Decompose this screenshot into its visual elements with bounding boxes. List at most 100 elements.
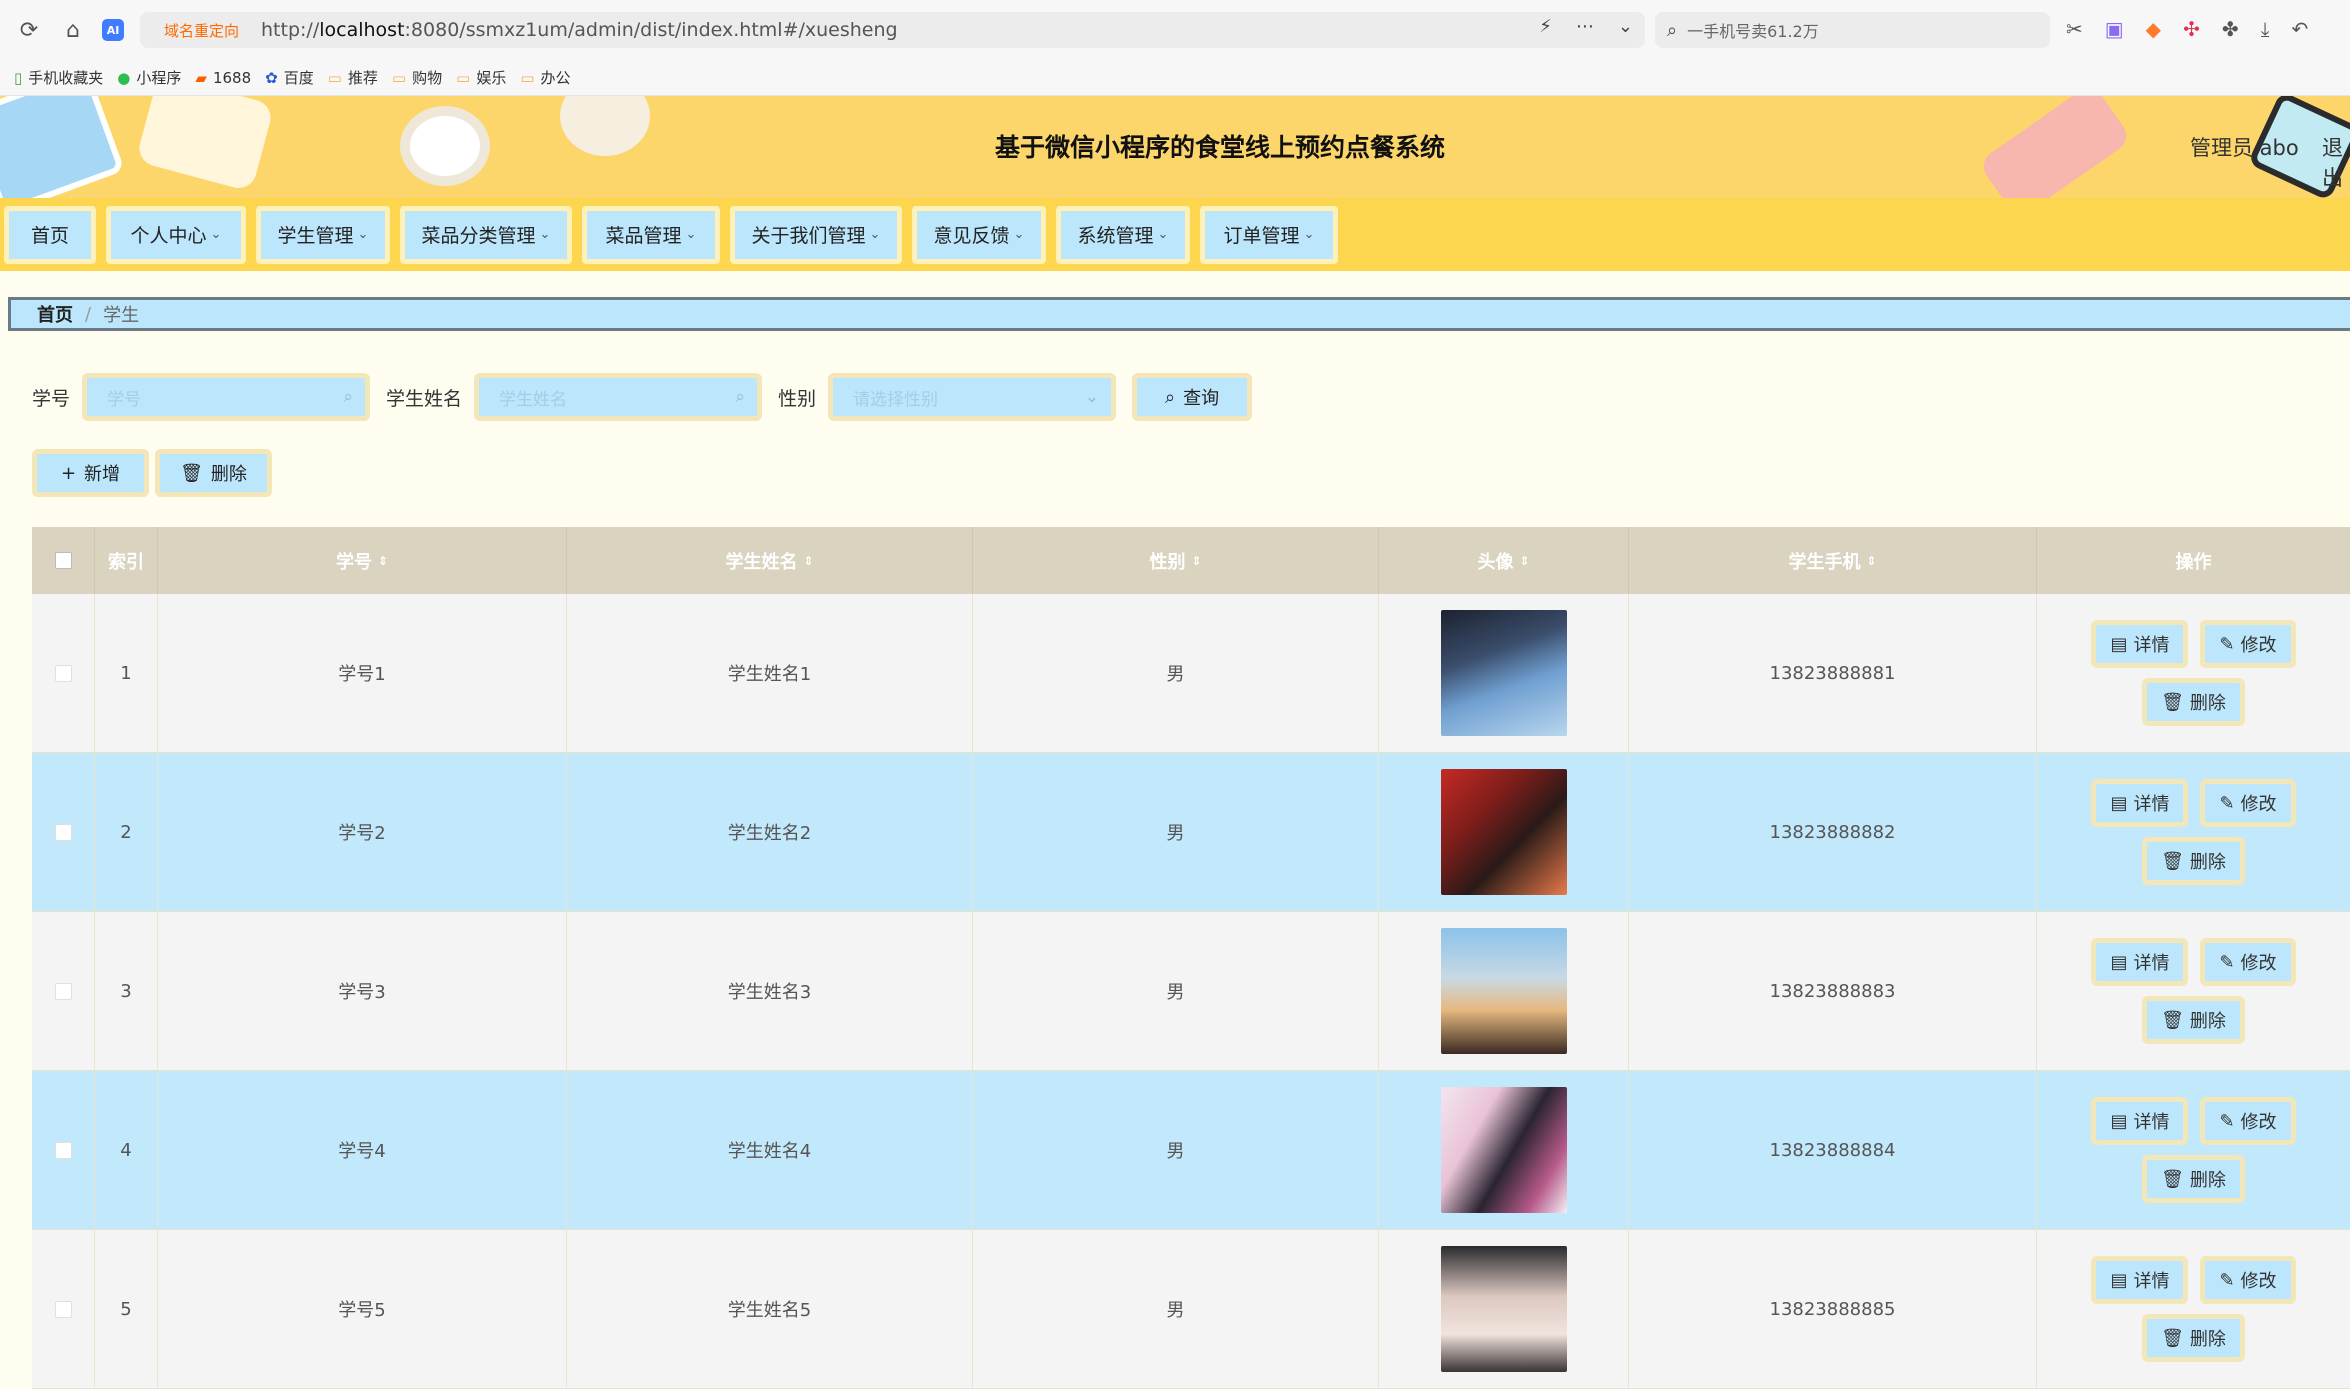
bookmark-miniprogram[interactable]: ● 小程序 (117, 67, 181, 88)
reload-icon[interactable]: ⟳ (14, 15, 44, 45)
browser-search-box[interactable]: ⌕ 一手机号卖61.2万 (1655, 12, 2050, 48)
translate-icon[interactable]: ▣ (2105, 17, 2124, 41)
download-icon[interactable]: ⤓ (2261, 17, 2270, 41)
avatar (1440, 769, 1567, 895)
breadcrumb-home[interactable]: 首页 (37, 301, 73, 327)
header-avatar[interactable]: 头像 ⇕ (1379, 527, 1629, 594)
bookmark-1688[interactable]: ▰ 1688 (195, 69, 251, 87)
detail-button[interactable]: ▤ 详情 (2091, 779, 2189, 827)
bookmark-entertainment[interactable]: ▭ 娱乐 (456, 67, 506, 88)
mobile-icon: ▯ (14, 68, 23, 87)
ai-assistant-icon[interactable]: AI (102, 19, 124, 41)
avatar (1440, 610, 1567, 736)
home-icon[interactable]: ⌂ (58, 15, 88, 45)
puzzle-icon[interactable]: ✤ (2222, 17, 2239, 41)
bookmark-recommend[interactable]: ▭ 推荐 (328, 67, 378, 88)
select-all-checkbox[interactable] (54, 552, 72, 569)
header-gender[interactable]: 性别 ⇕ (973, 527, 1379, 594)
avatar (1440, 928, 1567, 1054)
undo-icon[interactable]: ↶ (2291, 17, 2308, 41)
folder-icon: ▭ (391, 68, 407, 87)
edit-button[interactable]: ✎ 修改 (2200, 1097, 2296, 1145)
edit-button[interactable]: ✎ 修改 (2200, 779, 2296, 827)
edit-button[interactable]: ✎ 修改 (2200, 938, 2296, 986)
row-checkbox[interactable] (54, 664, 72, 682)
nav-student-management[interactable]: 学生管理 ⌄ (256, 205, 390, 264)
row-checkbox[interactable] (54, 1141, 72, 1159)
grid-icon[interactable]: ✣ (2183, 17, 2200, 41)
1688-icon: ▰ (195, 68, 207, 87)
avatar (1440, 1246, 1567, 1372)
detail-button[interactable]: ▤ 详情 (2091, 938, 2189, 986)
sort-icon: ⇕ (1866, 553, 1877, 568)
nav-system-management[interactable]: 系统管理 ⌄ (1056, 205, 1190, 264)
edit-button[interactable]: ✎ 修改 (2200, 620, 2296, 668)
cell-name: 学生姓名2 (567, 753, 973, 911)
xuehao-input[interactable]: 学号 ⌕ (82, 373, 371, 421)
pencil-icon: ✎ (2219, 1269, 2235, 1291)
pencil-icon: ✎ (2219, 633, 2235, 655)
url-text[interactable]: http://localhost:8080/ssmxz1um/admin/dis… (261, 19, 898, 41)
cell-index: 3 (95, 912, 158, 1070)
name-input[interactable]: 学生姓名 ⌕ (474, 373, 763, 421)
table-row: 2 学号2 学生姓名2 男 13823888882 ▤ 详情 ✎ 修改 🗑 删除 (32, 753, 2350, 912)
nav-dish-category-management[interactable]: 菜品分类管理 ⌄ (400, 205, 572, 264)
batch-delete-button[interactable]: 🗑 删除 (155, 449, 272, 497)
nav-order-management[interactable]: 订单管理 ⌄ (1200, 205, 1338, 264)
row-checkbox[interactable] (54, 1300, 72, 1318)
cell-name: 学生姓名3 (567, 912, 973, 1070)
chevron-down-icon: ⌄ (1303, 227, 1315, 242)
avatar (1440, 1087, 1567, 1213)
search-icon: ⌕ (1667, 19, 1678, 41)
search-icon: ⌕ (1165, 386, 1176, 408)
detail-button[interactable]: ▤ 详情 (2091, 1256, 2189, 1304)
query-button[interactable]: ⌕ 查询 (1132, 373, 1253, 421)
cell-index: 4 (95, 1071, 158, 1229)
user-info: 管理员 abo (2190, 136, 2299, 160)
add-button[interactable]: + 新增 (32, 449, 149, 497)
edit-button[interactable]: ✎ 修改 (2200, 1256, 2296, 1304)
delete-button[interactable]: 🗑 删除 (2142, 678, 2245, 726)
cell-name: 学生姓名1 (567, 594, 973, 752)
header-phone[interactable]: 学生手机 ⇕ (1629, 527, 2037, 594)
delete-button[interactable]: 🗑 删除 (2142, 837, 2245, 885)
delete-button[interactable]: 🗑 删除 (2142, 996, 2245, 1044)
logout-link[interactable]: 退出 (2322, 132, 2350, 192)
delete-button[interactable]: 🗑 删除 (2142, 1314, 2245, 1362)
bookmark-mobile[interactable]: ▯ 手机收藏夹 (14, 67, 103, 88)
cell-name: 学生姓名5 (567, 1230, 973, 1388)
document-icon: ▤ (2110, 633, 2128, 655)
search-form: 学号 学号 ⌕ 学生姓名 学生姓名 ⌕ 性别 请选择性别 ⌄ ⌕ 查询 (32, 373, 1253, 421)
cell-xuehao: 学号4 (158, 1071, 567, 1229)
nav-home[interactable]: 首页 (4, 205, 96, 264)
trash-icon: 🗑 (2161, 1009, 2184, 1031)
row-checkbox[interactable] (54, 982, 72, 1000)
bookmark-baidu[interactable]: ✿ 百度 (265, 67, 314, 88)
nav-feedback[interactable]: 意见反馈 ⌄ (912, 205, 1046, 264)
fox-icon[interactable]: ◆ (2146, 17, 2161, 41)
header-xuehao[interactable]: 学号 ⇕ (158, 527, 567, 594)
breadcrumb-separator: / (85, 303, 92, 325)
search-icon: ⌕ (343, 387, 354, 407)
chevron-down-icon: ⌄ (869, 227, 881, 242)
nav-personal-center[interactable]: 个人中心 ⌄ (106, 205, 246, 264)
more-icon[interactable]: ⋯ (1576, 16, 1594, 37)
cell-xuehao: 学号3 (158, 912, 567, 1070)
row-checkbox[interactable] (54, 823, 72, 841)
scissors-icon[interactable]: ✂ (2066, 17, 2083, 41)
cell-gender: 男 (973, 753, 1379, 911)
detail-button[interactable]: ▤ 详情 (2091, 620, 2189, 668)
cell-index: 5 (95, 1230, 158, 1388)
chevron-down-icon: ⌄ (357, 227, 369, 242)
bookmark-shopping[interactable]: ▭ 购物 (392, 67, 442, 88)
address-bar[interactable]: 域名重定向 http://localhost:8080/ssmxz1um/adm… (140, 12, 1645, 48)
detail-button[interactable]: ▤ 详情 (2091, 1097, 2189, 1145)
nav-dish-management[interactable]: 菜品管理 ⌄ (582, 205, 720, 264)
header-name[interactable]: 学生姓名 ⇕ (567, 527, 973, 594)
delete-button[interactable]: 🗑 删除 (2142, 1155, 2245, 1203)
lightning-icon[interactable]: ⚡ (1539, 16, 1552, 37)
bookmark-office[interactable]: ▭ 办公 (520, 67, 570, 88)
chevron-down-icon[interactable]: ⌄ (1618, 16, 1633, 37)
gender-select[interactable]: 请选择性别 ⌄ (828, 373, 1117, 421)
nav-about-us-management[interactable]: 关于我们管理 ⌄ (730, 205, 902, 264)
